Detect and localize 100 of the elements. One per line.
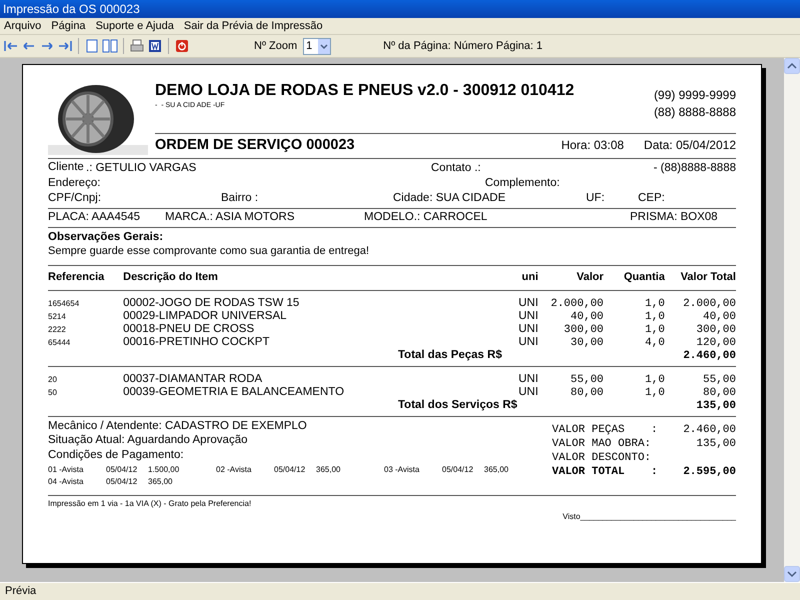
client-name: .: GETULIO VARGAS: [86, 162, 198, 174]
column-header: uni: [520, 272, 538, 283]
vertical-scrollbar[interactable]: [784, 58, 800, 582]
last-page-icon[interactable]: [57, 38, 73, 54]
subtotal-label: Total das Peças R$: [398, 350, 503, 362]
price-cell-text: 80,00: [570, 388, 604, 398]
scroll-down-icon[interactable]: [784, 566, 800, 582]
description-cell-text: 00002-JOGO DE RODAS TSW 15: [123, 298, 300, 310]
installment-amount: 1.500,00: [148, 466, 180, 474]
installment-date: 05/04/12: [106, 466, 138, 474]
price-cell-text: 40,00: [570, 312, 604, 322]
plate-field: PLACA: AAA4545: [48, 212, 165, 224]
quantity-cell-text: 4,0: [644, 338, 665, 348]
power-icon[interactable]: [174, 38, 190, 54]
contact-label: Contato .:: [431, 162, 482, 174]
menu-item[interactable]: Página: [51, 18, 86, 34]
unit-cell-text: UNI: [517, 374, 538, 386]
reference-cell-text: 65444: [48, 339, 72, 347]
unit-cell-text: UNI: [517, 298, 538, 310]
reference-cell-text: 2222: [48, 326, 67, 334]
total-value: 2.460,00: [683, 424, 736, 438]
order-time: Hora: 03:08: [561, 139, 624, 151]
installment-date: 05/04/12: [106, 478, 138, 486]
status-text: Situação Atual: Aguardando Aprovação: [48, 435, 248, 446]
scroll-up-icon[interactable]: [784, 58, 800, 74]
installment-number: 04 -Avista: [48, 478, 84, 486]
price-cell-text: 55,00: [570, 374, 604, 386]
observations-text: Sempre guarde esse comprovante como sua garantia de entrega!: [48, 246, 370, 256]
total-cell-text: 80,00: [702, 388, 736, 398]
price-cell-text: 2.000,00: [550, 298, 604, 310]
installment-number: 03 -Avista: [384, 466, 420, 474]
reference-cell-text: 50: [48, 389, 58, 397]
column-header: Valor Total: [680, 272, 736, 283]
total-cell-text: 40,00: [702, 312, 736, 322]
reference-cell-text: 20: [48, 376, 58, 384]
city-field: Cidade: SUA CIDADE: [393, 192, 586, 204]
menu-item[interactable]: Arquivo: [4, 18, 42, 34]
single-page-icon[interactable]: [84, 38, 100, 54]
installment-number: 02 -Avista: [216, 466, 252, 474]
zoom-dropdown[interactable]: 1: [303, 38, 332, 54]
client-label: Cliente: [48, 160, 85, 174]
reference-cell-text: 1654654: [48, 300, 80, 308]
menu-item[interactable]: Suporte e Ajuda: [96, 18, 174, 34]
total-cell-text: 2.000,00: [682, 298, 736, 310]
two-pages-icon[interactable]: [102, 38, 118, 54]
quantity-cell-text: 1,0: [644, 374, 665, 386]
first-page-icon[interactable]: [3, 38, 19, 54]
subtotal-label: Total dos Serviços R$: [398, 400, 518, 412]
quantity-cell-text: 1,0: [644, 298, 665, 310]
total-cell-text: 120,00: [695, 338, 736, 348]
model-field: MODELO.: CARROCEL: [364, 212, 630, 224]
company-name: DEMO LOJA DE RODAS E PNEUS v2.0 - 300912 010412: [155, 83, 576, 99]
total-cell-text: 55,00: [702, 374, 736, 386]
installment-number: 01 -Avista: [48, 466, 84, 474]
installment-amount: 365,00: [484, 466, 508, 474]
signature-line: Visto___________________________________: [562, 512, 736, 520]
unit-cell-text: UNI: [518, 387, 538, 399]
zoom-label: Nº Zoom: [254, 38, 298, 54]
payment-label: Condições de Pagamento:: [48, 450, 185, 461]
subtotal-value: 2.460,00: [682, 350, 736, 362]
quantity-cell-text: 1,0: [644, 312, 665, 322]
unit-cell-text: UNI: [517, 337, 538, 349]
total-cell-text: 300,00: [695, 324, 736, 336]
column-header: Descrição do Item: [123, 272, 219, 283]
price-cell-text: 30,00: [570, 338, 604, 348]
mechanic-text: Mecânico / Atendente: CADASTRO DE EXEMPLO: [48, 420, 308, 432]
brand-field: MARCA.: ASIA MOTORS: [165, 212, 364, 224]
description-cell-text: 00018-PNEU DE CROSS: [123, 324, 256, 336]
total-label: VALOR PEÇAS :: [552, 424, 658, 438]
word-document-icon[interactable]: [147, 38, 163, 54]
installment-date: 05/04/12: [442, 466, 474, 474]
total-label: VALOR MAO OBRA:: [552, 438, 652, 452]
page-number-label: Nº da Página: Número Página: 1: [383, 38, 542, 54]
zip-label: CEP:: [638, 192, 665, 204]
phone-number: (99) 9999-9999: [654, 89, 736, 101]
description-cell-text: 00029-LIMPADOR UNIVERSAL: [123, 311, 288, 323]
address-label: Endereço:: [48, 178, 102, 189]
menu-item[interactable]: Sair da Prévia de Impressão: [184, 18, 323, 34]
quantity-cell-text: 1,0: [644, 388, 665, 398]
dropdown-caret-icon: [318, 38, 330, 54]
installment-amount: 365,00: [316, 466, 340, 474]
title-bar: Impressão da OS 000023: [0, 0, 800, 18]
order-title: ORDEM DE SERVIÇO 000023: [155, 138, 356, 152]
phone-number: (88) 8888-8888: [654, 106, 736, 118]
total-value: 135,00: [696, 438, 736, 452]
district-label: Bairro :: [221, 192, 260, 204]
total-label: VALOR TOTAL :: [552, 466, 658, 480]
printer-icon[interactable]: [129, 38, 145, 54]
description-cell-text: 00016-PRETINHO COCKPT: [123, 337, 270, 349]
reference-cell-text: 5214: [48, 313, 67, 321]
client-phone: - (88)8888-8888: [654, 162, 736, 174]
state-label: UF:: [586, 192, 606, 204]
description-cell-text: 00039-GEOMETRIA E BALANCEAMENTO: [123, 387, 346, 399]
complement-label: Complemento:: [485, 178, 560, 189]
installment-date: 05/04/12: [274, 466, 306, 474]
column-header: Quantia: [622, 272, 665, 283]
column-header: Referencia: [48, 272, 106, 283]
cpf-label: CPF/Cnpj:: [48, 192, 102, 204]
total-label: VALOR DESCONTO:: [552, 452, 652, 466]
column-header: Valor: [576, 272, 604, 283]
